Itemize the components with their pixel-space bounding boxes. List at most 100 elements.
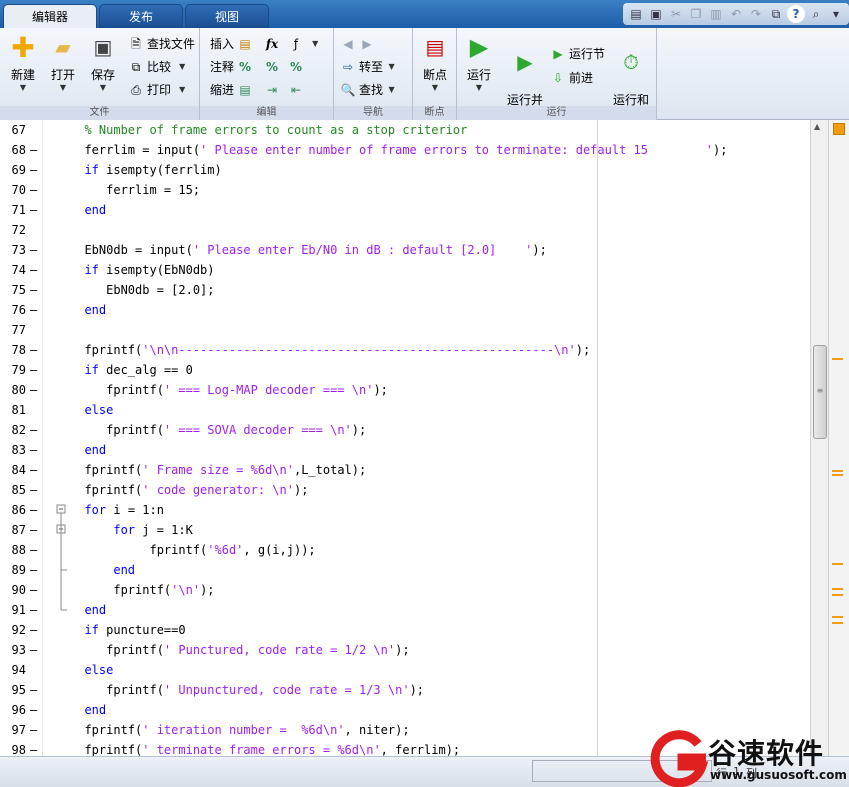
code-line[interactable]: 75– EbN0db = [2.0]; (0, 280, 828, 300)
scroll-up-icon[interactable]: ▲ (814, 122, 820, 131)
breakpoint-dash[interactable]: – (30, 520, 38, 540)
code-line[interactable]: 95– fprintf(' Unpunctured, code rate = 1… (0, 680, 828, 700)
code-editor[interactable]: 67 % Number of frame errors to count as … (0, 120, 828, 756)
undo-icon[interactable]: ↶ (727, 5, 745, 23)
breakpoint-dash[interactable]: – (30, 300, 38, 320)
warning-marker[interactable] (832, 616, 843, 618)
breakpoint-dash[interactable]: – (30, 720, 38, 740)
open-button[interactable]: ▰ 打开 ▼ (43, 34, 83, 92)
code-line[interactable]: 67 % Number of frame errors to count as … (0, 120, 828, 140)
code-line[interactable]: 73– EbN0db = input(' Please enter Eb/N0 … (0, 240, 828, 260)
layout-icon[interactable]: ▤ (627, 5, 645, 23)
breakpoint-dash[interactable]: – (30, 640, 38, 660)
code-line[interactable]: 79– if dec_alg == 0 (0, 360, 828, 380)
code-line[interactable]: 85– fprintf(' code generator: \n'); (0, 480, 828, 500)
warning-marker[interactable] (832, 588, 843, 590)
code-line[interactable]: 93– fprintf(' Punctured, code rate = 1/2… (0, 640, 828, 660)
wrap-comment-button[interactable]: % (288, 57, 304, 77)
code-line[interactable]: 96– end (0, 700, 828, 720)
tab-editor[interactable]: 编辑器 (3, 4, 97, 29)
uncomment-button[interactable]: % (264, 57, 280, 77)
code-line[interactable]: 76– end (0, 300, 828, 320)
code-line[interactable]: 83– end (0, 440, 828, 460)
run-button[interactable]: ▶ 运行 ▼ (459, 33, 499, 92)
print-button[interactable]: ⎙ 打印 ▼ (128, 80, 185, 100)
increase-indent-button[interactable]: ⇥ (264, 80, 280, 100)
code-line[interactable]: 88– fprintf('%6d', g(i,j)); (0, 540, 828, 560)
code-line[interactable]: 68– ferrlim = input(' Please enter numbe… (0, 140, 828, 160)
warning-status-icon[interactable] (833, 123, 845, 135)
code-line[interactable]: 72 (0, 220, 828, 240)
options-icon[interactable]: ▾ (827, 5, 845, 23)
decrease-indent-button[interactable]: ⇤ (288, 80, 304, 100)
run-section-button[interactable]: ▶ 运行节 (550, 44, 605, 64)
search-doc-icon[interactable]: ⌕ (807, 5, 825, 23)
breakpoint-dash[interactable]: – (30, 480, 38, 500)
breakpoint-dash[interactable]: – (30, 260, 38, 280)
code-line[interactable]: 86– for i = 1:n (0, 500, 828, 520)
cut-icon[interactable]: ✂ (667, 5, 685, 23)
help-icon[interactable]: ? (787, 5, 805, 23)
warning-marker[interactable] (832, 358, 843, 360)
breakpoint-dash[interactable]: – (30, 700, 38, 720)
breakpoint-dash[interactable]: – (30, 560, 38, 580)
find-button[interactable]: 🔍 查找 ▼ (340, 80, 395, 100)
advance-button[interactable]: ⇩ 前进 (550, 68, 593, 88)
code-line[interactable]: 90– fprintf('\n'); (0, 580, 828, 600)
code-line[interactable]: 92– if puncture==0 (0, 620, 828, 640)
breakpoint-dash[interactable]: – (30, 740, 38, 756)
insert-button[interactable]: 插入 ▤ (210, 34, 253, 54)
code-line[interactable]: 69– if isempty(ferrlim) (0, 160, 828, 180)
breakpoint-dash[interactable]: – (30, 180, 38, 200)
code-line[interactable]: 80– fprintf(' === Log-MAP decoder === \n… (0, 380, 828, 400)
breakpoint-dash[interactable]: – (30, 580, 38, 600)
insert-function-button[interactable]: fx (264, 34, 280, 54)
code-line[interactable]: 91– end (0, 600, 828, 620)
copy-icon[interactable]: ❐ (687, 5, 705, 23)
comment-button[interactable]: 注释% (210, 57, 253, 77)
warning-marker[interactable] (832, 474, 843, 476)
breakpoint-dash[interactable]: – (30, 460, 38, 480)
breakpoint-dash[interactable]: – (30, 380, 38, 400)
warning-marker[interactable] (832, 470, 843, 472)
breakpoint-dash[interactable]: – (30, 160, 38, 180)
breakpoint-dash[interactable]: – (30, 140, 38, 160)
warning-marker[interactable] (832, 594, 843, 596)
code-line[interactable]: 84– fprintf(' Frame size = %6d\n',L_tota… (0, 460, 828, 480)
scrollbar-thumb[interactable]: ≡ (813, 345, 827, 439)
warning-marker[interactable] (832, 563, 843, 565)
goto-button[interactable]: ⇨ 转至 ▼ (340, 57, 395, 77)
breakpoint-dash[interactable]: – (30, 420, 38, 440)
save-icon[interactable]: ▣ (647, 5, 665, 23)
breakpoint-dash[interactable]: – (30, 360, 38, 380)
insert-block-button[interactable]: ƒ ▼ (288, 34, 318, 54)
breakpoint-dash[interactable]: – (30, 620, 38, 640)
find-files-button[interactable]: 🗎 查找文件 (128, 34, 195, 54)
code-line[interactable]: 89– end (0, 560, 828, 580)
code-line[interactable]: 77 (0, 320, 828, 340)
vertical-scrollbar[interactable]: ▲ ≡ (810, 120, 828, 756)
compare-button[interactable]: ⧉ 比较 ▼ (128, 57, 186, 77)
breakpoint-dash[interactable]: – (30, 500, 38, 520)
breakpoint-dash[interactable]: – (30, 680, 38, 700)
code-line[interactable]: 71– end (0, 200, 828, 220)
code-line[interactable]: 81 else (0, 400, 828, 420)
breakpoint-dash[interactable]: – (30, 540, 38, 560)
breakpoint-dash[interactable]: – (30, 340, 38, 360)
code-line[interactable]: 94 else (0, 660, 828, 680)
breakpoint-dash[interactable]: – (30, 200, 38, 220)
new-button[interactable]: ✚ 新建 ▼ (3, 31, 43, 93)
paste-icon[interactable]: ▥ (707, 5, 725, 23)
warning-marker[interactable] (832, 622, 843, 624)
indent-button[interactable]: 缩进 ▤ (210, 80, 253, 100)
code-line[interactable]: 74– if isempty(EbN0db) (0, 260, 828, 280)
code-line[interactable]: 82– fprintf(' === SOVA decoder === \n'); (0, 420, 828, 440)
code-line[interactable]: 87– for j = 1:K (0, 520, 828, 540)
breakpoints-button[interactable]: ▤ 断点 ▼ (415, 34, 455, 92)
tab-publish[interactable]: 发布 (99, 4, 183, 28)
breakpoint-dash[interactable]: – (30, 440, 38, 460)
save-button[interactable]: ▣ 保存 ▼ (83, 34, 123, 92)
tab-view[interactable]: 视图 (185, 4, 269, 28)
back-button[interactable]: ◀ ▶ (340, 34, 375, 54)
redo-icon[interactable]: ↷ (747, 5, 765, 23)
